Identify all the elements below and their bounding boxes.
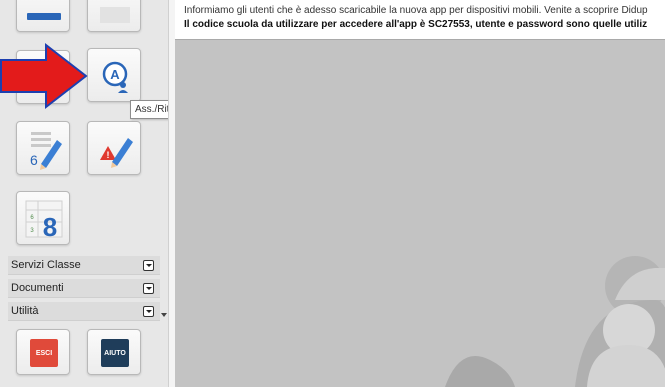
tile-assenze[interactable]: A [87,48,141,102]
section-label: Utilità [11,305,39,317]
tile-top-left[interactable] [16,0,70,32]
section-label: Documenti [11,282,64,294]
expand-toggle-icon[interactable] [143,260,154,271]
absence-user-icon: A [102,61,128,93]
warning-pencil-icon: ! [100,138,133,168]
tile-note[interactable]: ! [87,121,141,175]
svg-text:8: 8 [43,212,57,242]
svg-text:6: 6 [30,152,38,168]
grade-pencil-icon: 6 [30,132,62,170]
help-button[interactable]: AIUTO [87,329,141,375]
scroll-down-icon[interactable] [161,313,167,317]
background-illustration [445,256,665,387]
tile-calendar[interactable]: 6 3 8 [16,191,70,245]
svg-text:A: A [110,67,120,82]
expand-toggle-icon[interactable] [143,283,154,294]
expand-toggle-icon[interactable] [143,306,154,317]
exit-label: ESCI [30,339,58,367]
section-label: Servizi Classe [11,259,81,271]
panel-divider[interactable] [168,0,175,387]
tile-top-right[interactable] [87,0,141,32]
section-servizi-classe[interactable]: Servizi Classe [8,256,160,275]
exit-button[interactable]: ESCI [16,329,70,375]
tile-voti[interactable]: 6 [16,121,70,175]
svg-text:!: ! [107,150,110,160]
section-documenti[interactable]: Documenti [8,279,160,298]
main-content: Informiamo gli utenti che è adesso scari… [175,0,665,387]
red-arrow-icon [0,42,88,110]
section-utilita[interactable]: Utilità [8,302,160,321]
blank-icon [100,7,130,23]
help-label: AIUTO [101,339,129,367]
calendar-8-icon: 6 3 8 [25,200,63,242]
blue-book-icon [27,13,61,20]
